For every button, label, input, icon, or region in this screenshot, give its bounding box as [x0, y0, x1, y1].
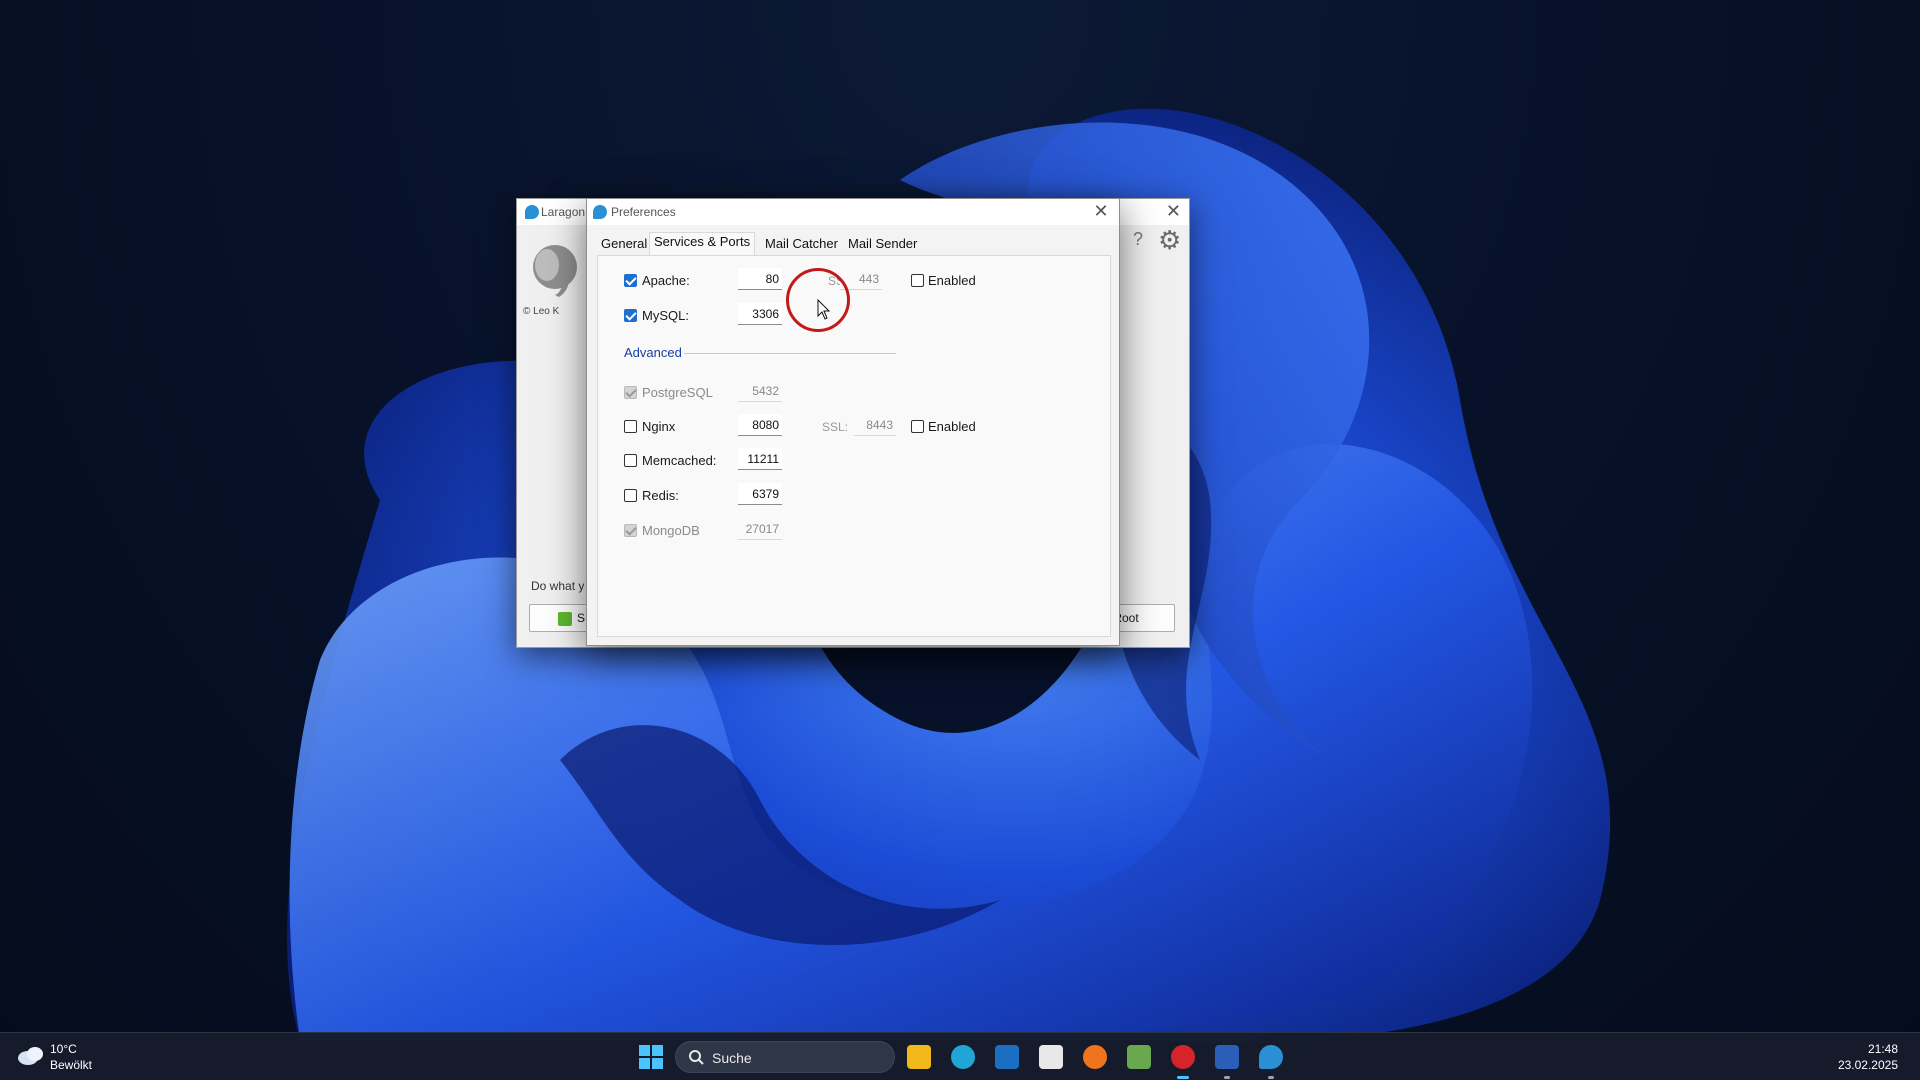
nginx-ssl-enabled-checkbox[interactable]	[911, 420, 924, 433]
preferences-titlebar[interactable]: Preferences ✕	[587, 199, 1119, 225]
laragon-taskbar-icon[interactable]	[1256, 1042, 1286, 1079]
tab-mail-catcher[interactable]: Mail Catcher	[761, 235, 842, 255]
elephant-logo-icon	[533, 245, 577, 297]
cloud-weather-icon[interactable]	[16, 1043, 46, 1067]
advanced-section-label: Advanced	[624, 345, 682, 360]
mysql-port-input[interactable]: 3306	[738, 303, 782, 325]
nginx-label: Nginx	[642, 419, 676, 434]
preferences-title: Preferences	[611, 205, 676, 219]
tab-mail-sender[interactable]: Mail Sender	[844, 235, 921, 255]
taskbar: 10°C Bewölkt Suche 21:48 23.02.2025	[0, 1032, 1920, 1080]
mongodb-port-input: 27017	[738, 518, 782, 540]
apache-ssl-enabled-label: Enabled	[928, 273, 976, 288]
postgresql-port-input: 5432	[738, 380, 782, 402]
clock-time[interactable]: 21:48	[1868, 1042, 1898, 1056]
red-app-icon[interactable]	[1168, 1042, 1198, 1079]
mongodb-checkbox	[624, 524, 637, 537]
laragon-prompt-text: Do what y	[531, 579, 585, 593]
mongodb-label: MongoDB	[642, 523, 700, 538]
memcached-checkbox[interactable]	[624, 454, 637, 467]
search-icon	[689, 1050, 704, 1065]
redis-checkbox[interactable]	[624, 489, 637, 502]
start-all-label: S	[577, 611, 586, 625]
mouse-cursor-icon	[817, 299, 831, 320]
microsoft-store-icon[interactable]	[1036, 1042, 1066, 1072]
mysql-label: MySQL:	[642, 308, 689, 323]
tab-general[interactable]: General	[597, 235, 651, 255]
weather-description[interactable]: Bewölkt	[50, 1058, 92, 1072]
taskbar-search-box[interactable]: Suche	[675, 1041, 895, 1073]
laragon-app-icon	[593, 205, 607, 219]
windows-start-icon[interactable]	[639, 1045, 663, 1069]
redis-port-input[interactable]: 6379	[738, 483, 782, 505]
word-icon[interactable]	[1212, 1042, 1242, 1079]
tab-services-ports[interactable]: Services & Ports	[649, 232, 756, 256]
laragon-app-icon	[525, 205, 539, 219]
orange-app-icon[interactable]	[1080, 1042, 1110, 1072]
apache-label: Apache:	[642, 273, 690, 288]
file-explorer-icon[interactable]	[904, 1042, 934, 1072]
nginx-checkbox[interactable]	[624, 420, 637, 433]
weather-temperature[interactable]: 10°C	[50, 1042, 77, 1056]
preferences-tab-strip: General Services & Ports Mail Catcher Ma…	[597, 232, 1111, 256]
postgresql-checkbox	[624, 386, 637, 399]
start-icon	[558, 612, 572, 626]
nginx-port-input[interactable]: 8080	[738, 414, 782, 436]
clock-date[interactable]: 23.02.2025	[1838, 1058, 1898, 1072]
memcached-port-input[interactable]: 11211	[738, 448, 782, 470]
outlook-icon[interactable]	[992, 1042, 1022, 1072]
apache-checkbox[interactable]	[624, 274, 637, 287]
services-ports-page: Apache: 80 SSL: 443 Enabled MySQL: 3306 …	[597, 255, 1111, 637]
help-icon[interactable]: ?	[1133, 229, 1143, 250]
postgresql-label: PostgreSQL	[642, 385, 713, 400]
nginx-ssl-enabled-label: Enabled	[928, 419, 976, 434]
redis-label: Redis:	[642, 488, 679, 503]
apache-ssl-enabled-checkbox[interactable]	[911, 274, 924, 287]
mysql-checkbox[interactable]	[624, 309, 637, 322]
preferences-close-button[interactable]: ✕	[1089, 201, 1113, 221]
laragon-window-title: Laragon	[541, 205, 586, 219]
preferences-dialog: Preferences ✕ General Services & Ports M…	[586, 198, 1120, 646]
apache-port-input[interactable]: 80	[738, 268, 782, 290]
search-placeholder: Suche	[712, 1050, 752, 1066]
gear-icon[interactable]: ⚙	[1158, 226, 1181, 254]
edge-browser-icon[interactable]	[948, 1042, 978, 1072]
advanced-divider	[684, 353, 896, 354]
memcached-label: Memcached:	[642, 453, 717, 468]
nginx-ssl-label: SSL:	[822, 420, 849, 434]
notepad-app-icon[interactable]	[1124, 1042, 1154, 1072]
laragon-close-button[interactable]: ✕	[1166, 201, 1181, 221]
nginx-ssl-port-input[interactable]: 8443	[854, 414, 896, 436]
laragon-copyright: © Leo K	[523, 306, 560, 317]
